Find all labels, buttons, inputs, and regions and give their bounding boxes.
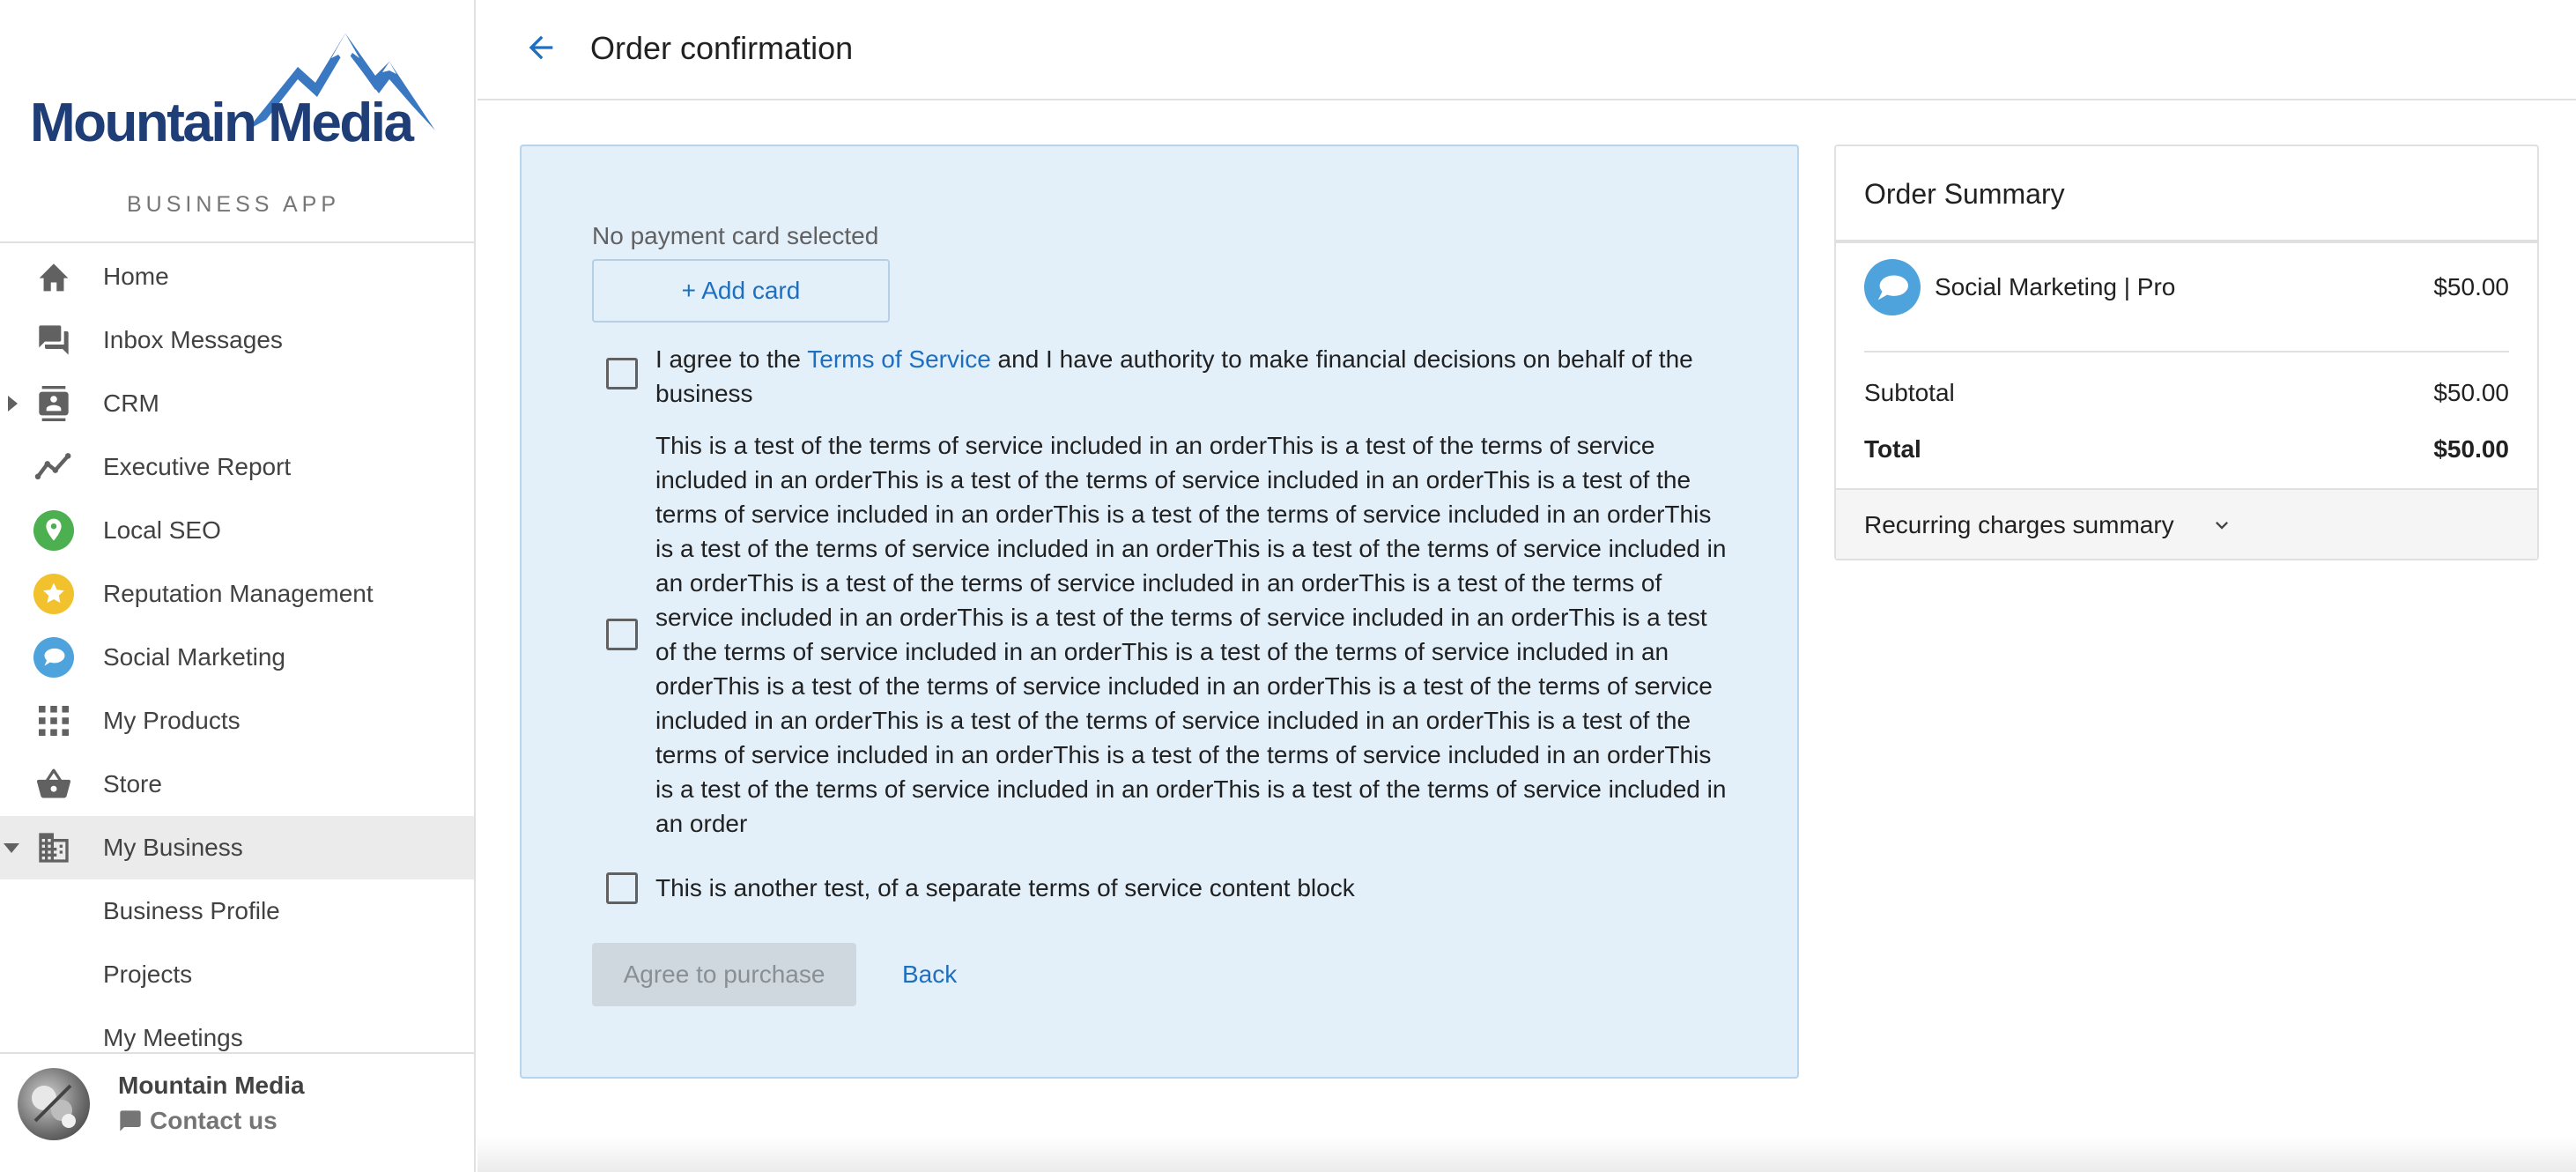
sidebar-item-label: Projects	[103, 961, 193, 988]
sidebar-item-label: Local SEO	[103, 516, 221, 544]
sidebar-item-label: Store	[103, 770, 162, 797]
product-name: Social Marketing | Pro	[1935, 273, 2176, 300]
sidebar-item-inbox-messages[interactable]: Inbox Messages	[0, 308, 474, 372]
product-price: $50.00	[2433, 273, 2509, 300]
terms-block-2-checkbox[interactable]	[606, 872, 638, 904]
sidebar-item-my-meetings[interactable]: My Meetings	[0, 1006, 474, 1052]
total-label: Total	[1864, 435, 1921, 463]
sidebar-item-executive-report[interactable]: Executive Report	[0, 435, 474, 499]
social-bubble-icon	[33, 637, 74, 678]
add-card-button[interactable]: + Add card	[592, 259, 890, 323]
subtotal-label: Subtotal	[1864, 379, 1955, 406]
sidebar-item-social-marketing[interactable]: Social Marketing	[0, 626, 474, 689]
back-button[interactable]: Back	[902, 961, 957, 989]
trend-icon	[33, 451, 74, 483]
page-header: Order confirmation	[477, 0, 2576, 100]
back-arrow-icon[interactable]	[523, 30, 559, 65]
sidebar-item-projects[interactable]: Projects	[0, 943, 474, 1006]
contacts-icon	[33, 386, 74, 421]
map-pin-icon	[33, 510, 74, 551]
home-icon	[33, 261, 74, 293]
sidebar-item-label: Executive Report	[103, 453, 292, 480]
basket-icon	[33, 768, 74, 800]
sidebar: Mountain Media BUSINESS APP Home Inbox M…	[0, 0, 476, 1172]
sidebar-item-label: My Products	[103, 707, 241, 734]
expand-caret-icon[interactable]	[8, 396, 18, 412]
social-bubble-icon	[1864, 259, 1921, 315]
order-summary-title: Order Summary	[1864, 178, 2065, 210]
terms-of-service-link[interactable]: Terms of Service	[807, 345, 991, 373]
sidebar-item-home[interactable]: Home	[0, 245, 474, 308]
chat-icon	[33, 324, 74, 356]
sidebar-item-label: My Meetings	[103, 1024, 243, 1051]
building-icon	[33, 832, 74, 864]
grid-icon	[33, 705, 74, 737]
payment-status-text: No payment card selected	[592, 222, 879, 249]
agree-to-purchase-button[interactable]: Agree to purchase	[592, 943, 856, 1006]
sidebar-item-my-products[interactable]: My Products	[0, 689, 474, 753]
divider	[1864, 351, 2509, 352]
brand-subtitle: BUSINESS APP	[126, 192, 341, 217]
collapse-caret-icon[interactable]	[4, 842, 19, 853]
sidebar-nav: Home Inbox Messages CRM Executive Report	[0, 245, 474, 1052]
contact-us-label: Contact us	[150, 1107, 278, 1134]
sidebar-footer: Mountain Media Contact us	[0, 1052, 474, 1172]
sidebar-item-label: Inbox Messages	[103, 326, 283, 353]
order-confirmation-panel: No payment card selected + Add card I ag…	[520, 145, 1799, 1079]
terms-block-1-text: This is a test of the terms of service i…	[655, 432, 1727, 837]
sidebar-item-label: Social Marketing	[103, 643, 285, 671]
agree-terms-checkbox[interactable]	[606, 358, 638, 389]
divider	[1836, 240, 2537, 243]
subtotal-value: $50.00	[2433, 379, 2509, 406]
sidebar-item-label: Home	[103, 263, 169, 290]
brand-logo[interactable]: Mountain Media BUSINESS APP	[0, 0, 474, 243]
agree-terms-text: I agree to the Terms of Service and I ha…	[655, 342, 1713, 411]
page-title: Order confirmation	[590, 30, 854, 66]
recurring-charges-toggle[interactable]: Recurring charges summary	[1836, 488, 2537, 559]
sidebar-item-label: Reputation Management	[103, 580, 374, 607]
chevron-down-icon	[2216, 522, 2228, 530]
sidebar-item-local-seo[interactable]: Local SEO	[0, 499, 474, 562]
bottom-shadow	[477, 1137, 2576, 1172]
chat-icon	[120, 1110, 141, 1131]
sidebar-item-reputation-management[interactable]: Reputation Management	[0, 562, 474, 626]
contact-us-link[interactable]: Contact us	[118, 1107, 278, 1135]
total-value: $50.00	[2433, 435, 2509, 463]
sidebar-item-crm[interactable]: CRM	[0, 372, 474, 435]
recurring-charges-label: Recurring charges summary	[1864, 511, 2174, 538]
sidebar-item-label: My Business	[103, 834, 243, 861]
terms-block-2-text: This is another test, of a separate term…	[655, 874, 1355, 901]
terms-block-1-checkbox[interactable]	[606, 619, 638, 650]
agree-prefix: I agree to the	[655, 345, 808, 373]
sidebar-item-store[interactable]: Store	[0, 753, 474, 816]
avatar[interactable]	[18, 1068, 90, 1140]
order-summary-card: Order Summary Social Marketing | Pro $50…	[1834, 145, 2539, 560]
sidebar-item-label: CRM	[103, 389, 159, 417]
brand-name: Mountain Media	[30, 93, 414, 153]
sidebar-item-label: Business Profile	[103, 897, 280, 924]
sidebar-item-business-profile[interactable]: Business Profile	[0, 879, 474, 943]
sidebar-item-my-business[interactable]: My Business	[0, 816, 474, 879]
account-name: Mountain Media	[118, 1072, 305, 1099]
star-icon	[33, 574, 74, 614]
